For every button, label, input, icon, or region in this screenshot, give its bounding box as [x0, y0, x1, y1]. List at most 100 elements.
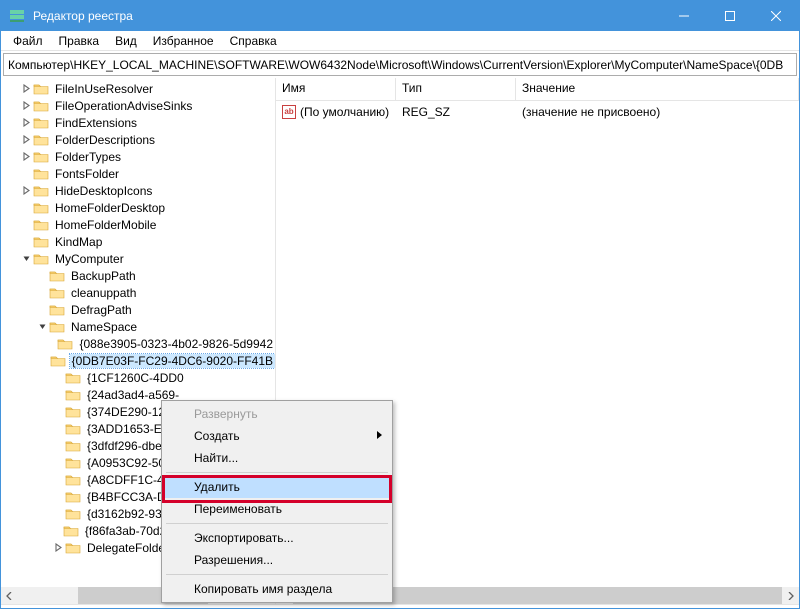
- tree-item-label: BackupPath: [69, 269, 138, 283]
- folder-icon: [33, 252, 49, 266]
- folder-icon: [63, 524, 79, 538]
- cm-find[interactable]: Найти...: [164, 447, 390, 469]
- folder-icon: [33, 218, 49, 232]
- tree-item[interactable]: cleanuppath: [1, 284, 275, 301]
- folder-icon: [65, 541, 81, 555]
- col-type[interactable]: Тип: [396, 78, 516, 100]
- chevron-right-icon[interactable]: [51, 541, 65, 555]
- folder-icon: [65, 439, 81, 453]
- tree-item[interactable]: {0DB7E03F-FC29-4DC6-9020-FF41B: [1, 352, 275, 369]
- folder-icon: [33, 99, 49, 113]
- folder-icon: [65, 456, 81, 470]
- value-type: REG_SZ: [396, 105, 516, 119]
- scroll-right-icon[interactable]: [782, 587, 799, 604]
- maximize-button[interactable]: [707, 1, 753, 31]
- folder-icon: [33, 201, 49, 215]
- folder-icon: [65, 507, 81, 521]
- folder-icon: [49, 286, 65, 300]
- value-data: (значение не присвоено): [516, 105, 799, 119]
- folder-icon: [33, 116, 49, 130]
- content-area: FileInUseResolver FileOperationAdviseSink…: [1, 78, 799, 604]
- list-header: Имя Тип Значение: [276, 78, 799, 101]
- close-button[interactable]: [753, 1, 799, 31]
- tree-item-label: {1CF1260C-4DD0: [85, 371, 186, 385]
- chevron-right-icon[interactable]: [19, 184, 33, 198]
- col-name[interactable]: Имя: [276, 78, 396, 100]
- folder-icon: [33, 184, 49, 198]
- folder-icon: [49, 303, 65, 317]
- menu-bar: Файл Правка Вид Избранное Справка: [1, 31, 799, 51]
- menu-help[interactable]: Справка: [222, 32, 285, 50]
- menu-favorites[interactable]: Избранное: [145, 32, 222, 50]
- address-bar[interactable]: Компьютер\HKEY_LOCAL_MACHINE\SOFTWARE\WO…: [3, 53, 797, 76]
- tree-item[interactable]: BackupPath: [1, 267, 275, 284]
- tree-item[interactable]: FolderTypes: [1, 148, 275, 165]
- folder-icon: [65, 405, 81, 419]
- chevron-right-icon[interactable]: [19, 99, 33, 113]
- menu-view[interactable]: Вид: [107, 32, 145, 50]
- tree-item[interactable]: HomeFolderDesktop: [1, 199, 275, 216]
- chevron-down-icon[interactable]: [35, 320, 49, 334]
- tree-item[interactable]: {088e3905-0323-4b02-9826-5d9942: [1, 335, 275, 352]
- folder-icon: [49, 269, 65, 283]
- cm-rename[interactable]: Переименовать: [164, 498, 390, 520]
- tree-item[interactable]: HomeFolderMobile: [1, 216, 275, 233]
- cm-expand[interactable]: Развернуть: [164, 403, 390, 425]
- submenu-arrow-icon: [377, 431, 382, 439]
- value-name: (По умолчанию): [300, 105, 389, 119]
- scroll-left-icon[interactable]: [1, 587, 18, 604]
- folder-icon: [33, 133, 49, 147]
- folder-icon: [33, 150, 49, 164]
- tree-item[interactable]: FileOperationAdviseSinks: [1, 97, 275, 114]
- cm-export[interactable]: Экспортировать...: [164, 527, 390, 549]
- tree-item-label: NameSpace: [69, 320, 139, 334]
- folder-icon: [65, 422, 81, 436]
- folder-icon: [57, 337, 73, 351]
- tree-item-label: HomeFolderMobile: [53, 218, 158, 232]
- chevron-right-icon[interactable]: [19, 133, 33, 147]
- tree-item[interactable]: FontsFolder: [1, 165, 275, 182]
- cm-permissions[interactable]: Разрешения...: [164, 549, 390, 571]
- menu-file[interactable]: Файл: [5, 32, 51, 50]
- tree-item[interactable]: KindMap: [1, 233, 275, 250]
- tree-item-label: DefragPath: [69, 303, 134, 317]
- chevron-down-icon[interactable]: [19, 252, 33, 266]
- tree-item[interactable]: NameSpace: [1, 318, 275, 335]
- tree-item-label: MyComputer: [53, 252, 126, 266]
- folder-icon: [65, 473, 81, 487]
- folder-icon: [33, 235, 49, 249]
- tree-item[interactable]: HideDesktopIcons: [1, 182, 275, 199]
- window-title: Редактор реестра: [33, 9, 133, 23]
- tree-item[interactable]: FileInUseResolver: [1, 80, 275, 97]
- app-icon: [9, 8, 25, 24]
- tree-item-label: FolderDescriptions: [53, 133, 157, 147]
- tree-item-label: {0DB7E03F-FC29-4DC6-9020-FF41B: [70, 354, 275, 368]
- chevron-right-icon[interactable]: [19, 150, 33, 164]
- cm-copy-key-name[interactable]: Копировать имя раздела: [164, 578, 390, 600]
- tree-item[interactable]: {1CF1260C-4DD0: [1, 369, 275, 386]
- folder-icon: [65, 388, 81, 402]
- chevron-right-icon[interactable]: [19, 82, 33, 96]
- tree-item-label: HomeFolderDesktop: [53, 201, 167, 215]
- folder-icon: [49, 320, 65, 334]
- tree-item-label: KindMap: [53, 235, 104, 249]
- string-value-icon: ab: [282, 105, 296, 119]
- tree-item[interactable]: MyComputer: [1, 250, 275, 267]
- chevron-right-icon[interactable]: [19, 116, 33, 130]
- cm-create[interactable]: Создать: [164, 425, 390, 447]
- folder-icon: [50, 354, 66, 368]
- tree-item-label: FileOperationAdviseSinks: [53, 99, 194, 113]
- context-menu: Развернуть Создать Найти... Удалить Пере…: [161, 400, 393, 603]
- tree-item[interactable]: FolderDescriptions: [1, 131, 275, 148]
- list-row[interactable]: ab (По умолчанию) REG_SZ (значение не пр…: [276, 103, 799, 120]
- menu-edit[interactable]: Правка: [51, 32, 108, 50]
- col-value[interactable]: Значение: [516, 78, 799, 100]
- tree-item-label: FindExtensions: [53, 116, 139, 130]
- tree-item-label: HideDesktopIcons: [53, 184, 154, 198]
- folder-icon: [65, 371, 81, 385]
- cm-delete[interactable]: Удалить: [164, 476, 390, 498]
- cm-separator: [166, 523, 388, 524]
- tree-item[interactable]: DefragPath: [1, 301, 275, 318]
- tree-item[interactable]: FindExtensions: [1, 114, 275, 131]
- minimize-button[interactable]: [661, 1, 707, 31]
